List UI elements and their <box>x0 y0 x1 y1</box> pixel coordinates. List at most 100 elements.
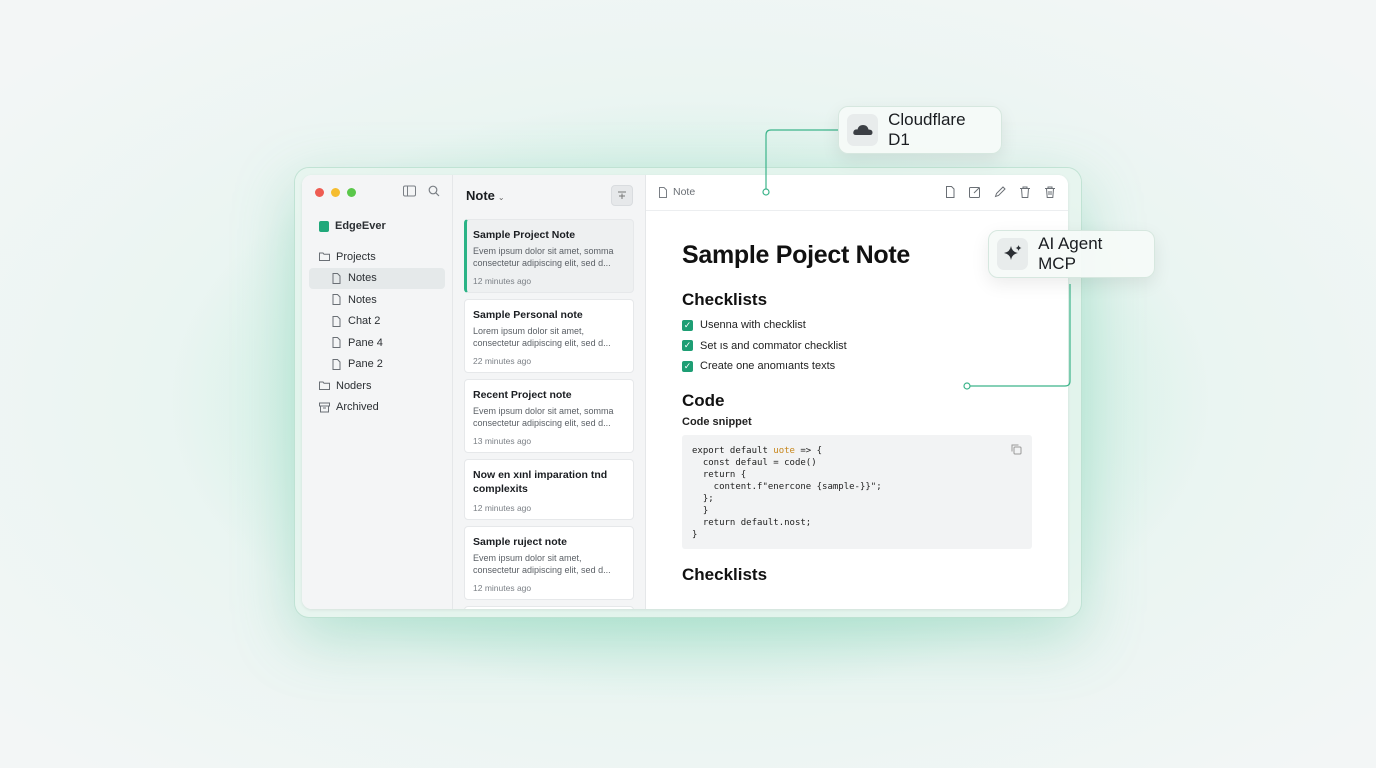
code-lines: export default uote => { const defaul = … <box>692 445 1022 541</box>
note-card-snippet: consectetur adipiscing elit, sed d... <box>473 418 611 428</box>
minimize-button[interactable] <box>331 188 340 197</box>
code-line: } <box>692 505 709 516</box>
note-card-title: Recent Project note <box>473 389 572 401</box>
sidebar-nav: Projects Notes Notes Chat 2 Pane 4 Pane 2 Node… <box>309 246 445 418</box>
sidebar-item[interactable]: Notes <box>309 289 445 311</box>
code-line: return default.nost; <box>692 517 812 528</box>
note-card-snippet: Lorem ipsum dolor sit amet, <box>473 326 585 336</box>
sidebar-item-label: Chat 2 <box>348 315 381 328</box>
brand[interactable]: EdgeEver <box>319 220 386 232</box>
code-line: const defaul = code() <box>692 457 817 468</box>
trash-icon[interactable] <box>1019 185 1031 203</box>
chevron-down-icon: ⌄ <box>497 192 505 202</box>
sidebar-item-label: Noders <box>336 379 372 392</box>
new-note-icon <box>618 191 626 199</box>
new-note-button[interactable] <box>611 184 633 206</box>
sidebar-item[interactable]: Pane 4 <box>309 332 445 354</box>
code-block[interactable]: export default uote => { const defaul = … <box>682 434 1032 549</box>
breadcrumb-label: Note <box>673 186 696 198</box>
pencil-icon[interactable] <box>994 185 1006 203</box>
copy-icon[interactable] <box>1011 444 1022 459</box>
code-line: export default uote => { <box>692 445 823 456</box>
note-card[interactable]: Sample ruject note Evem ipsum dolor sit a… <box>464 526 634 600</box>
note-card-snippet: consectetur adipiscing elit, sed d... <box>473 565 611 575</box>
sidebar-item[interactable]: Chat 2 <box>309 311 445 333</box>
checklist-heading: Checklists <box>682 290 768 309</box>
note-card[interactable]: Recent Project note Evem ipsum dolor sit … <box>464 379 634 453</box>
sidebar-item-label: Archived <box>336 401 379 414</box>
note-list-pane: Note ⌄ Sample Project Note Evem ipsum dolo… <box>453 175 646 609</box>
file-icon <box>331 337 342 349</box>
note-card-title: Sample Personal note <box>473 309 583 321</box>
sparkle-icon <box>997 238 1029 270</box>
sidebar: EdgeEver Projects Notes Notes Chat 2 Pane 4P… <box>302 175 453 609</box>
note-card[interactable]: Sample raiect note note <box>464 606 634 609</box>
sidebar-item[interactable]: Archived <box>309 397 445 419</box>
sidebar-toggle-icon[interactable] <box>403 185 416 200</box>
code-line: }; <box>692 493 714 504</box>
search-icon[interactable] <box>428 185 440 200</box>
delete-icon[interactable] <box>1044 185 1056 203</box>
sidebar-item-label: Notes <box>348 272 377 285</box>
archive-icon <box>319 402 330 413</box>
sidebar-item-label: Notes <box>348 293 377 306</box>
checkbox-checked-icon[interactable]: ✓ <box>682 360 693 372</box>
cloudflare-d1-callout: Cloudflare D1 <box>838 106 1002 154</box>
file-icon <box>331 272 342 284</box>
sidebar-item[interactable]: Noders <box>309 375 445 397</box>
list-header: Note ⌄ <box>466 184 633 206</box>
ai-agent-mcp-callout: AI Agent MCP <box>988 230 1155 278</box>
checklist-item-label: Usenna with checklist <box>700 319 806 332</box>
ai-agent-mcp-label: AI Agent MCP <box>1038 234 1103 273</box>
code-subheading: Code snippet <box>682 415 752 428</box>
document-icon[interactable] <box>944 185 956 203</box>
checklist-item[interactable]: ✓ Usenna with checklist <box>682 315 1032 336</box>
note-card-snippet: Evem ipsum dolor sit amet, <box>473 553 582 563</box>
checklist-item-label: Create one anomıants texts <box>700 360 836 373</box>
checklist-item-label: Set ıs and commator checklist <box>700 339 847 352</box>
app-window: EdgeEver Projects Notes Notes Chat 2 Pane 4P… <box>302 175 1068 609</box>
note-card[interactable]: Now en xınl imparation tnd complexits 12 … <box>464 459 634 520</box>
sidebar-item[interactable]: Pane 2 <box>309 354 445 376</box>
editor-toolbar: Note <box>646 175 1068 211</box>
sidebar-item-label: Pane 4 <box>348 336 383 349</box>
file-icon <box>331 315 342 327</box>
sidebar-toolbar <box>403 185 440 200</box>
file-icon <box>331 358 342 370</box>
sidebar-item[interactable]: Projects <box>309 246 445 268</box>
note-card[interactable]: Sample Personal note Lorem ipsum dolor si… <box>464 299 634 373</box>
note-card-title: Sample ruject note <box>473 536 567 548</box>
folder-icon <box>319 380 330 391</box>
note-card-snippet: Evem ipsum dolor sit amet, somma <box>473 406 614 416</box>
file-icon <box>331 294 342 306</box>
document[interactable]: Sample Poject Note Checklists ✓ Usenna wi… <box>682 241 1032 590</box>
note-card-time: 12 minutes ago <box>473 503 532 513</box>
note-card-time: 13 minutes ago <box>473 436 532 446</box>
code-heading: Code <box>682 390 725 410</box>
checklist: ✓ Usenna with checklist ✓ Set ıs and commat… <box>682 315 1032 377</box>
note-card-snippet: Evem ipsum dolor sit amet, somma <box>473 246 614 256</box>
note-card-title: Now en xınl imparation tnd complexits <box>473 469 608 495</box>
note-card-title: Sample Project Note <box>473 229 576 241</box>
checklist-item[interactable]: ✓ Set ıs and commator checklist <box>682 336 1032 357</box>
close-button[interactable] <box>315 188 324 197</box>
sidebar-item-label: Pane 2 <box>348 358 383 371</box>
list-title-dropdown[interactable]: Note ⌄ <box>466 188 505 203</box>
note-card-time: 22 minutes ago <box>473 356 532 366</box>
note-card[interactable]: Sample Project Note Evem ipsum dolor sit … <box>464 219 634 293</box>
brand-logo-icon <box>319 220 329 232</box>
checklist-heading-2: Checklists <box>682 564 768 584</box>
checkbox-checked-icon[interactable]: ✓ <box>682 319 693 331</box>
checklist-item[interactable]: ✓ Create one anomıants texts <box>682 356 1032 377</box>
folder-icon <box>319 251 330 262</box>
maximize-button[interactable] <box>347 188 356 197</box>
file-icon <box>659 186 667 198</box>
list-title-label: Note <box>466 187 495 203</box>
checkbox-checked-icon[interactable]: ✓ <box>682 340 693 352</box>
breadcrumb[interactable]: Note <box>658 186 695 198</box>
cloud-icon <box>847 114 879 146</box>
edit-icon[interactable] <box>969 185 981 203</box>
sidebar-item[interactable]: Notes <box>309 267 445 289</box>
window-controls <box>315 188 356 197</box>
brand-name: EdgeEver <box>335 220 386 232</box>
